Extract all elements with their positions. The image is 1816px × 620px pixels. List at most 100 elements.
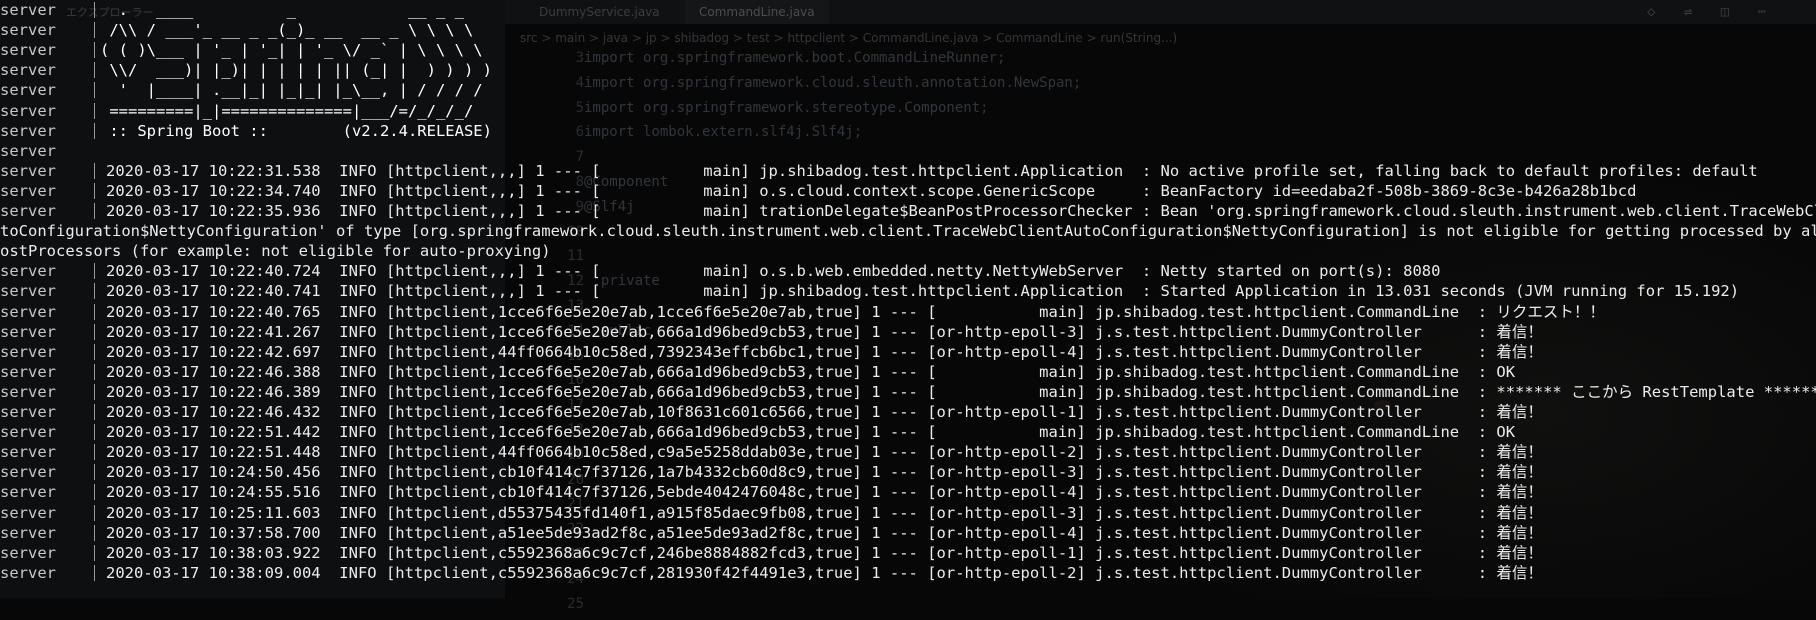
- log-line: server 2020-03-17 10:37:58.700 INFO [http…: [0, 523, 1816, 543]
- log-source-prefix: server: [0, 81, 56, 100]
- prefix-separator: [94, 564, 95, 581]
- blank-line: server: [0, 141, 1816, 161]
- prefix-separator: [94, 484, 95, 501]
- prefix-separator: [94, 182, 95, 199]
- prefix-separator: [94, 464, 95, 481]
- spring-banner-text: ( ( )\___ | '_ | '_| | '_ \/ _` | \ \ \ …: [100, 41, 483, 60]
- log-text: 2020-03-17 10:38:09.004 INFO [httpclient…: [106, 563, 1543, 582]
- log-source-prefix: server: [0, 342, 56, 361]
- prefix-separator: [94, 524, 95, 541]
- log-source-prefix: server: [0, 282, 56, 301]
- log-source-prefix: server: [0, 21, 56, 40]
- log-source-prefix: server: [0, 463, 56, 482]
- log-text: 2020-03-17 10:38:03.922 INFO [httpclient…: [106, 543, 1543, 562]
- log-source-prefix: server: [0, 322, 56, 341]
- prefix-separator: [94, 283, 95, 300]
- prefix-separator: [94, 102, 95, 119]
- prefix-separator: [94, 383, 95, 400]
- prefix-separator: [94, 263, 95, 280]
- prefix-separator: [94, 343, 95, 360]
- spring-banner-text: :: Spring Boot :: (v2.2.4.RELEASE): [100, 121, 492, 140]
- log-source-prefix: server: [0, 382, 56, 401]
- prefix-separator: [94, 504, 95, 521]
- log-line: server 2020-03-17 10:22:40.765 INFO [http…: [0, 302, 1816, 322]
- prefix-separator: [94, 2, 95, 18]
- prefix-separator: [94, 42, 95, 59]
- log-line: server 2020-03-17 10:22:46.388 INFO [http…: [0, 362, 1816, 382]
- log-source-prefix: server: [0, 181, 56, 200]
- banner-line: server ' |____| .__|_| |_|_| |_\__, | / …: [0, 80, 1816, 100]
- log-line: server 2020-03-17 10:22:31.538 INFO [http…: [0, 161, 1816, 181]
- prefix-separator: [94, 203, 95, 219]
- line-number: 25: [567, 595, 584, 612]
- prefix-separator: [94, 303, 95, 320]
- log-source-prefix: server: [0, 443, 56, 462]
- log-line: server 2020-03-17 10:38:09.004 INFO [http…: [0, 563, 1816, 583]
- log-source-prefix: server: [0, 202, 56, 220]
- log-line: server 2020-03-17 10:24:50.456 INFO [http…: [0, 462, 1816, 482]
- spring-banner-text: ' |____| .__|_| |_|_| |_\__, | / / / /: [100, 81, 483, 100]
- prefix-separator: [94, 404, 95, 420]
- banner-line: server ( ( )\___ | '_ | '_| | '_ \/ _` | …: [0, 40, 1816, 60]
- log-text: 2020-03-17 10:25:11.603 INFO [httpclient…: [106, 503, 1543, 522]
- prefix-separator: [94, 323, 95, 340]
- log-text: 2020-03-17 10:22:40.741 INFO [httpclient…: [106, 282, 1740, 301]
- log-source-prefix: server: [0, 41, 56, 60]
- log-line-wrapped: ostProcessors (for example: not eligible…: [0, 241, 1816, 261]
- log-text: 2020-03-17 10:24:55.516 INFO [httpclient…: [106, 483, 1543, 502]
- log-source-prefix: server: [0, 423, 56, 442]
- log-line: server 2020-03-17 10:25:11.603 INFO [http…: [0, 503, 1816, 523]
- banner-line: server . ____ _ __ _ _: [0, 0, 1816, 20]
- log-source-prefix: server: [0, 161, 56, 180]
- spring-banner-text: =========|_|==============|___/=/_/_/_/: [100, 101, 474, 120]
- prefix-separator: [94, 82, 95, 99]
- log-line: server 2020-03-17 10:22:46.389 INFO [http…: [0, 382, 1816, 402]
- log-source-prefix: server: [0, 483, 56, 502]
- log-source-prefix: server: [0, 403, 56, 421]
- spring-banner-text: \\/ ___)| |_)| | | | | || (_| | ) ) ) ): [100, 61, 492, 80]
- log-line: server 2020-03-17 10:22:35.936 INFO [http…: [0, 201, 1816, 221]
- log-text: 2020-03-17 10:22:51.448 INFO [httpclient…: [106, 443, 1543, 462]
- prefix-separator: [94, 162, 95, 179]
- banner-line: server :: Spring Boot :: (v2.2.4.RELEASE…: [0, 121, 1816, 141]
- spring-banner-text: /\\ / ___'_ __ _ _(_)_ __ __ _ \ \ \ \: [100, 21, 474, 40]
- banner-line: server \\/ ___)| |_)| | | | | || (_| | )…: [0, 60, 1816, 80]
- log-text: toConfiguration$NettyConfiguration' of t…: [0, 222, 1816, 241]
- log-source-prefix: server: [0, 141, 56, 160]
- log-text: 2020-03-17 10:22:40.724 INFO [httpclient…: [106, 262, 1441, 281]
- spring-banner-text: . ____ _ __ _ _: [100, 1, 464, 19]
- log-source-prefix: server: [0, 61, 56, 80]
- log-line: server 2020-03-17 10:22:34.740 INFO [http…: [0, 181, 1816, 201]
- prefix-separator: [94, 363, 95, 380]
- banner-line: server /\\ / ___'_ __ _ _(_)_ __ __ _ \ …: [0, 20, 1816, 40]
- log-source-prefix: server: [0, 101, 56, 120]
- log-line: server 2020-03-17 10:22:40.741 INFO [http…: [0, 281, 1816, 301]
- log-line: server 2020-03-17 10:22:40.724 INFO [http…: [0, 261, 1816, 281]
- banner-line: server =========|_|==============|___/=/…: [0, 101, 1816, 121]
- log-line: server 2020-03-17 10:24:55.516 INFO [http…: [0, 482, 1816, 502]
- log-line-wrapped: toConfiguration$NettyConfiguration' of t…: [0, 221, 1816, 241]
- log-line: server 2020-03-17 10:38:03.922 INFO [http…: [0, 543, 1816, 563]
- log-text: 2020-03-17 10:22:46.389 INFO [httpclient…: [106, 382, 1816, 401]
- log-source-prefix: server: [0, 503, 56, 522]
- log-text: ostProcessors (for example: not eligible…: [0, 242, 551, 261]
- log-text: 2020-03-17 10:22:35.936 INFO [httpclient…: [106, 202, 1816, 220]
- log-text: 2020-03-17 10:22:41.267 INFO [httpclient…: [106, 322, 1543, 341]
- log-line: server 2020-03-17 10:22:46.432 INFO [http…: [0, 402, 1816, 422]
- log-text: 2020-03-17 10:22:51.442 INFO [httpclient…: [106, 423, 1516, 442]
- log-text: 2020-03-17 10:37:58.700 INFO [httpclient…: [106, 523, 1543, 542]
- log-source-prefix: server: [0, 302, 56, 321]
- log-source-prefix: server: [0, 523, 56, 542]
- terminal-output[interactable]: server . ____ _ __ _ _ server /\\ / ___'_…: [0, 0, 1816, 598]
- prefix-separator: [94, 544, 95, 561]
- log-line: server 2020-03-17 10:22:51.442 INFO [http…: [0, 422, 1816, 442]
- log-line: server 2020-03-17 10:22:51.448 INFO [http…: [0, 442, 1816, 462]
- log-source-prefix: server: [0, 563, 56, 582]
- log-line: server 2020-03-17 10:22:41.267 INFO [http…: [0, 322, 1816, 342]
- log-text: 2020-03-17 10:24:50.456 INFO [httpclient…: [106, 463, 1543, 482]
- prefix-separator: [94, 444, 95, 461]
- prefix-separator: [94, 122, 95, 139]
- log-source-prefix: server: [0, 1, 56, 19]
- log-source-prefix: server: [0, 543, 56, 562]
- prefix-separator: [94, 424, 95, 441]
